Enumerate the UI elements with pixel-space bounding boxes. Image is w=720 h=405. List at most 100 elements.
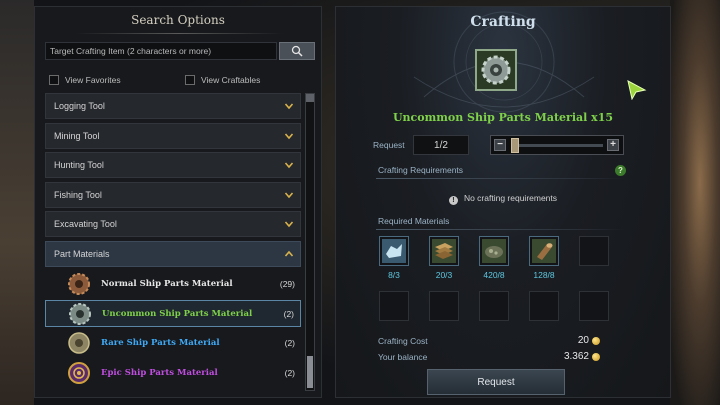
crafting-requirements-label: Crafting Requirements [378,165,464,175]
crafting-panel: Crafting Uncommon Ship Parts Material x1… [335,6,671,398]
chevron-down-icon [284,192,294,198]
help-icon[interactable]: ? [615,165,626,176]
item-count: (2) [284,367,295,378]
required-materials-label: Required Materials [378,216,450,226]
gear-icon [68,302,92,326]
request-quantity-field[interactable]: 1/2 [413,135,469,155]
balance-label: Your balance [378,352,428,362]
category-hunting-tool[interactable]: Hunting Tool [45,152,301,179]
view-craftables-checkbox[interactable] [185,75,195,85]
balance-amount: 3.362 [563,351,589,362]
quantity-slider[interactable]: − + [490,135,624,155]
product-slot [475,49,517,91]
category-label: Fishing Tool [54,189,102,200]
search-button[interactable] [279,42,315,60]
item-count: (2) [284,338,295,349]
crystal-icon [382,239,406,263]
section-divider [376,229,626,230]
list-item-normal-ship-parts[interactable]: Normal Ship Parts Material (29) [45,271,301,298]
category-label: Mining Tool [54,130,100,141]
item-name: Rare Ship Parts Material [101,338,220,349]
material-count: 20/3 [435,270,453,280]
crafting-title: Crafting [470,14,536,30]
search-options-panel: Search Options View Favorites View Craft… [34,6,322,398]
view-favorites-label: View Favorites [65,75,121,85]
slider-thumb[interactable] [510,138,519,153]
plus-button[interactable]: + [607,139,619,151]
list-item-epic-ship-parts[interactable]: Epic Ship Parts Material (2) [45,359,301,386]
background-right [670,0,720,405]
scroll-up-arrow-icon[interactable] [306,94,314,102]
no-requirements-text: No crafting requirements [463,193,558,203]
view-favorites-toggle[interactable]: View Favorites [49,75,121,85]
request-button[interactable]: Request [427,369,565,395]
category-list: Logging Tool Mining Tool Hunting Tool Fi… [45,93,301,389]
category-label: Logging Tool [54,101,105,111]
item-count: (2) [283,308,294,319]
list-scrollbar[interactable] [305,93,315,391]
gear-icon [481,55,511,85]
crafting-requirements-header: Crafting Requirements ? [376,163,626,179]
item-count: (29) [279,279,295,290]
material-count: 420/8 [483,270,505,280]
product-name: Uncommon Ship Parts Material x15 [392,111,614,124]
ore-icon [482,239,506,263]
planks-icon [432,239,456,263]
category-label: Excavating Tool [54,219,117,230]
chevron-down-icon [284,162,294,169]
view-craftables-label: View Craftables [201,75,261,85]
category-label: Hunting Tool [54,160,104,171]
material-slot[interactable] [429,236,459,266]
material-count: 128/8 [533,270,555,280]
title-divider [75,33,283,34]
view-favorites-checkbox[interactable] [49,75,59,85]
gear-icon [67,272,91,296]
disc-icon [67,331,91,355]
material-slot-empty [579,291,609,321]
list-item-rare-ship-parts[interactable]: Rare Ship Parts Material (2) [45,330,301,357]
item-name: Normal Ship Parts Material [101,279,233,290]
required-materials-header: Required Materials [376,214,626,230]
no-requirements-message: ! No crafting requirements [336,193,670,205]
search-input[interactable] [45,42,277,60]
material-slot[interactable] [529,236,559,266]
crafting-cost-amount: 20 [577,335,589,346]
material-slot[interactable] [479,236,509,266]
material-slot-empty [579,236,609,266]
material-slot-empty [429,291,459,321]
view-craftables-toggle[interactable]: View Craftables [185,75,260,85]
material-slot-empty [529,291,559,321]
scroll-thumb[interactable] [307,356,313,388]
chevron-down-icon [284,221,294,228]
mouse-cursor-icon [627,80,647,100]
list-item-uncommon-ship-parts[interactable]: Uncommon Ship Parts Material (2) [45,300,301,328]
category-logging-tool[interactable]: Logging Tool [45,93,301,119]
minus-button[interactable]: − [494,139,506,151]
search-icon [291,45,303,57]
slider-track[interactable] [511,144,603,147]
coin-icon [592,352,600,361]
balance-value: 3.362 [564,351,600,362]
search-options-title: Search Options [131,13,225,27]
material-count: 8/3 [388,270,400,280]
material-slot-empty [479,291,509,321]
category-mining-tool[interactable]: Mining Tool [45,122,301,149]
section-divider [376,178,626,179]
wheel-icon [67,361,91,385]
category-part-materials[interactable]: Part Materials [45,240,301,267]
chevron-up-icon [284,250,294,257]
request-label: Request [373,140,405,150]
crafting-cost-value: 20 [578,335,600,346]
chevron-down-icon [284,103,294,110]
balance-row: Your balance 3.362 [378,351,600,362]
item-name: Epic Ship Parts Material [101,367,218,378]
category-excavating-tool[interactable]: Excavating Tool [45,211,301,238]
crafting-cost-row: Crafting Cost 20 [378,335,600,346]
item-name: Uncommon Ship Parts Material [102,308,253,319]
chevron-down-icon [284,133,294,139]
category-fishing-tool[interactable]: Fishing Tool [45,181,301,208]
info-icon: ! [448,196,458,205]
material-slot[interactable] [379,236,409,266]
background-left [0,0,34,405]
coin-icon [592,336,600,345]
